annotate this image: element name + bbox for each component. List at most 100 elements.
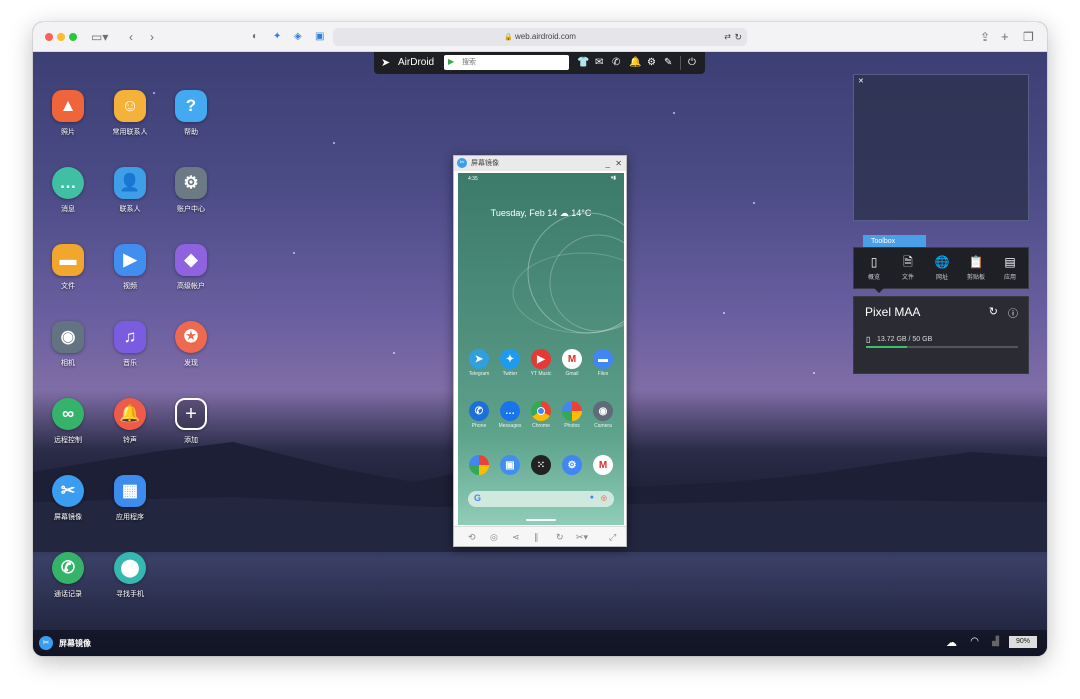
app-photos[interactable]: ▲ 照片 xyxy=(38,90,98,137)
app-remote-control[interactable]: ∞ 远程控制 xyxy=(38,398,98,445)
cloud-icon[interactable]: ☁ xyxy=(946,636,957,649)
app-label: 屏幕镜像 xyxy=(54,514,82,521)
sidebar-toggle-icon[interactable]: ▭▾ xyxy=(91,29,108,45)
phone-app-phone[interactable]: ✆ Phone xyxy=(464,401,494,429)
share-icon[interactable]: ⇪ xyxy=(980,29,990,45)
app-applications[interactable]: ▦ 应用程序 xyxy=(100,475,160,522)
app-discover[interactable]: ✪ 发现 xyxy=(161,321,221,368)
call-icon[interactable]: ✆ xyxy=(612,56,620,70)
toolbox-item-overview[interactable]: ▯ 概览 xyxy=(860,255,888,281)
phone-app-chrome[interactable]: Chrome xyxy=(526,401,556,429)
app-music[interactable]: ♫ 音乐 xyxy=(100,321,160,368)
app-messages[interactable]: … 消息 xyxy=(38,167,98,214)
bitwarden-icon[interactable]: ▣ xyxy=(315,29,324,45)
battery-indicator: 90% xyxy=(1009,636,1037,648)
refresh-icon[interactable]: ↻ xyxy=(556,531,564,543)
phone-app-yt-music[interactable]: ▶ YT Music xyxy=(526,349,556,377)
scissors-icon[interactable]: ✂▾ xyxy=(576,531,588,543)
dock-app-gallery[interactable]: ▣ xyxy=(495,455,525,475)
phone-app-photos[interactable]: Photos xyxy=(557,401,587,429)
address-bar[interactable]: 🔒 web.airdroid.com ⇄ ↻ xyxy=(333,28,747,46)
app-video[interactable]: ▶ 视频 xyxy=(100,244,160,291)
diamond-icon: ◆ xyxy=(175,244,207,276)
screen-mirror-window: ✂ 屏幕镜像 _ ✕ 4:35 ▾▮ Tuesday, Feb 14 ☁ 14°… xyxy=(453,155,627,547)
fullscreen-icon[interactable]: ⤢ xyxy=(609,531,616,543)
date-weather: Tuesday, Feb 14 ☁ 14°C xyxy=(490,208,592,218)
taskbar-active-app[interactable]: ✂ 屏幕镜像 xyxy=(39,634,91,652)
dock-app-drawer[interactable]: ⁙ xyxy=(526,455,556,475)
phone-app-gmail[interactable]: M Gmail xyxy=(557,349,587,377)
forward-icon[interactable]: › xyxy=(150,29,154,45)
rotate-icon[interactable]: ⟲ xyxy=(468,531,476,543)
app-call-log[interactable]: ✆ 通话记录 xyxy=(38,552,98,599)
app-account-center[interactable]: ⚙ 账户中心 xyxy=(161,167,221,214)
privacy-icon[interactable]: ◐ xyxy=(252,29,258,45)
app-files[interactable]: ▬ 文件 xyxy=(38,244,98,291)
minimize-window-button[interactable] xyxy=(57,33,65,41)
toolbox-item-apps[interactable]: ▤ 应用 xyxy=(996,255,1024,281)
phone-app-label: Gmail xyxy=(565,371,579,377)
power-icon[interactable]: ⏻ xyxy=(688,56,696,70)
extension-icon[interactable]: ✦ xyxy=(273,29,281,45)
pen-icon[interactable]: ✎ xyxy=(664,56,672,70)
phone-screen[interactable]: 4:35 ▾▮ Tuesday, Feb 14 ☁ 14°C ➤ Telegram… xyxy=(458,173,624,525)
app-label: 添加 xyxy=(184,437,198,444)
close-window-button[interactable] xyxy=(45,33,53,41)
app-camera[interactable]: ◉ 相机 xyxy=(38,321,98,368)
close-icon[interactable]: ✕ xyxy=(858,77,864,85)
app-add[interactable]: + 添加 xyxy=(161,398,221,445)
close-icon[interactable]: ✕ xyxy=(615,156,622,171)
google-search-bar[interactable]: G ● ◎ xyxy=(468,491,614,507)
translate-icon[interactable]: ⇄ xyxy=(724,28,731,46)
photo-icon: ▲ xyxy=(52,90,84,122)
app-label: 应用程序 xyxy=(116,514,144,521)
phone-app-telegram[interactable]: ➤ Telegram xyxy=(464,349,494,377)
phone-app-label: YT Music xyxy=(530,371,552,377)
notification-icon[interactable]: 🔔 xyxy=(629,56,641,70)
share-icon[interactable]: ⋖ xyxy=(512,531,520,543)
mic-icon[interactable]: ● xyxy=(590,494,594,501)
new-tab-icon[interactable]: + xyxy=(1001,29,1009,45)
dock-app-photos[interactable] xyxy=(464,455,494,475)
toolbox-item-url[interactable]: 🌐 网址 xyxy=(928,255,956,281)
pause-icon[interactable]: ∥ xyxy=(534,531,539,543)
mirror-window-titlebar[interactable]: ✂ 屏幕镜像 _ ✕ xyxy=(454,156,626,171)
gallery-icon: ▣ xyxy=(500,455,520,475)
toolbox-pointer xyxy=(874,288,884,293)
pinwheel-icon xyxy=(469,455,489,475)
lens-icon[interactable]: ◎ xyxy=(601,494,607,502)
phone-app-messages[interactable]: … Messages xyxy=(495,401,525,429)
reload-icon[interactable]: ↻ xyxy=(734,28,742,46)
toolbox-item-files[interactable]: 🗎 文件 xyxy=(894,255,922,281)
app-favorite-contacts[interactable]: ☺ 常用联系人 xyxy=(100,90,160,137)
tabs-overview-icon[interactable]: ❐ xyxy=(1023,29,1034,45)
info-icon[interactable]: ⓘ xyxy=(1008,305,1018,320)
dock-app-settings[interactable]: ⚙ xyxy=(557,455,587,475)
shirt-icon[interactable]: 👕 xyxy=(577,56,589,70)
app-ringtone[interactable]: 🔔 铃声 xyxy=(100,398,160,445)
phone-app-twitter[interactable]: ✦ Twitter xyxy=(495,349,525,377)
app-premium-account[interactable]: ◆ 高级帐户 xyxy=(161,244,221,291)
storage-text: 13.72 GB / 50 GB xyxy=(877,336,933,343)
phone-app-files[interactable]: ▬ Files xyxy=(588,349,618,377)
shield-icon[interactable]: ◈ xyxy=(294,29,302,45)
minimize-icon[interactable]: _ xyxy=(606,156,610,171)
refresh-icon[interactable]: ↻ xyxy=(989,305,998,318)
twitter-icon: ✦ xyxy=(500,349,520,369)
app-contacts[interactable]: 👤 联系人 xyxy=(100,167,160,214)
back-icon[interactable]: ‹ xyxy=(129,29,133,45)
app-screen-mirror[interactable]: ✂ 屏幕镜像 xyxy=(38,475,98,522)
app-find-phone[interactable]: ⬤ 寻找手机 xyxy=(100,552,160,599)
storage-bar xyxy=(866,346,1018,348)
search-input[interactable] xyxy=(444,55,569,70)
phone-app-camera[interactable]: ◉ Camera xyxy=(588,401,618,429)
mail-icon[interactable]: ✉ xyxy=(595,56,603,70)
settings-icon[interactable]: ⚙ xyxy=(647,56,656,70)
screenshot-icon[interactable]: ◎ xyxy=(490,531,498,543)
dock-app-gmail[interactable]: M xyxy=(588,455,618,475)
toolbox-item-label: 应用 xyxy=(1003,275,1016,281)
app-help[interactable]: ? 帮助 xyxy=(161,90,221,137)
home-indicator[interactable] xyxy=(526,519,556,521)
toolbox-item-clipboard[interactable]: 📋 剪贴板 xyxy=(962,255,990,281)
zoom-window-button[interactable] xyxy=(69,33,77,41)
